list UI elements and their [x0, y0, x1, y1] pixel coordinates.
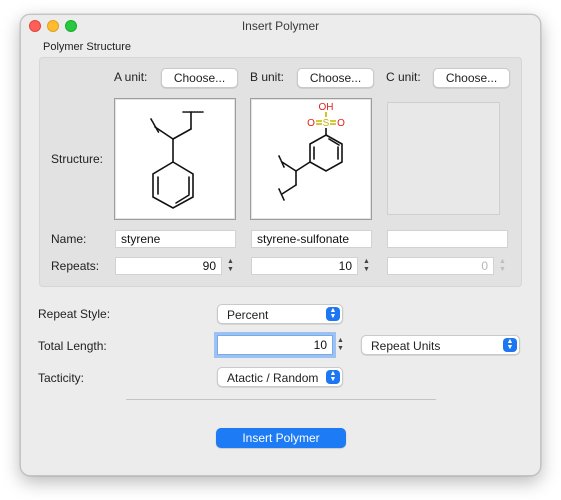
structure-row-label: Structure:: [51, 152, 104, 166]
choose-a-unit-button[interactable]: Choose...: [161, 68, 238, 88]
styrene-structure-icon: [150, 111, 204, 209]
a-unit-structure-view[interactable]: [114, 98, 236, 220]
c-unit-repeats-field: 0: [387, 257, 494, 275]
polymer-structure-group-label: Polymer Structure: [43, 41, 132, 53]
tacticity-popup[interactable]: Atactic / Random ▲ ▼: [217, 367, 343, 387]
total-length-label: Total Length:: [38, 339, 107, 353]
popup-chevrons-icon: ▲ ▼: [326, 307, 340, 321]
tacticity-label: Tacticity:: [38, 371, 85, 385]
repeat-style-value: Percent: [227, 308, 269, 322]
a-unit-repeats-field[interactable]: 90: [115, 257, 222, 275]
stepper-up-icon: ▲: [499, 258, 506, 265]
b-unit-structure-view[interactable]: S O O OH: [250, 98, 372, 220]
stepper-up-icon: ▲: [227, 258, 234, 265]
total-length-stepper[interactable]: ▲ ▼: [335, 336, 346, 354]
c-unit-repeats-stepper: ▲ ▼: [497, 257, 508, 275]
separator: [126, 399, 436, 400]
total-length-unit-value: Repeat Units: [371, 339, 441, 353]
choose-c-unit-button[interactable]: Choose...: [433, 68, 510, 88]
window-title: Insert Polymer: [241, 19, 320, 33]
popup-chevrons-icon: ▲ ▼: [326, 370, 340, 384]
oxygen-right-atom-label: O: [337, 118, 345, 129]
c-unit-name-field[interactable]: [387, 230, 508, 248]
sulfur-atom-label: S: [323, 118, 330, 129]
b-unit-repeats-field[interactable]: 10: [251, 257, 358, 275]
a-unit-name-field[interactable]: styrene: [115, 230, 236, 248]
repeat-style-label: Repeat Style:: [38, 307, 111, 321]
insert-polymer-button[interactable]: Insert Polymer: [216, 428, 346, 448]
popup-chevrons-icon: ▲ ▼: [503, 338, 517, 352]
hydroxyl-atom-label: OH: [319, 102, 334, 113]
b-unit-name-field[interactable]: styrene-sulfonate: [251, 230, 372, 248]
stepper-up-icon: ▲: [363, 258, 370, 265]
stepper-down-icon: ▼: [227, 266, 234, 273]
b-unit-repeats-stepper[interactable]: ▲ ▼: [361, 257, 372, 275]
total-length-field[interactable]: 10: [217, 335, 333, 355]
a-unit-repeats-stepper[interactable]: ▲ ▼: [225, 257, 236, 275]
c-unit-label: C unit:: [386, 70, 421, 84]
stepper-down-icon: ▼: [363, 266, 370, 273]
total-length-unit-popup[interactable]: Repeat Units ▲ ▼: [361, 335, 520, 355]
c-unit-structure-view[interactable]: [387, 102, 500, 215]
repeats-row-label: Repeats:: [51, 259, 100, 273]
b-unit-label: B unit:: [250, 70, 285, 84]
repeat-style-popup[interactable]: Percent ▲ ▼: [217, 304, 343, 324]
tacticity-value: Atactic / Random: [227, 371, 319, 385]
stepper-up-icon: ▲: [337, 337, 344, 344]
stepper-down-icon: ▼: [499, 266, 506, 273]
a-unit-label: A unit:: [114, 70, 148, 84]
styrene-sulfonate-structure-icon: S O O OH: [278, 102, 345, 201]
choose-b-unit-button[interactable]: Choose...: [297, 68, 374, 88]
insert-polymer-dialog: Insert Polymer Polymer Structure A unit:…: [20, 14, 541, 476]
title-bar: Insert Polymer: [21, 15, 540, 37]
stepper-down-icon: ▼: [337, 345, 344, 352]
name-row-label: Name:: [51, 232, 87, 246]
oxygen-left-atom-label: O: [307, 118, 315, 129]
